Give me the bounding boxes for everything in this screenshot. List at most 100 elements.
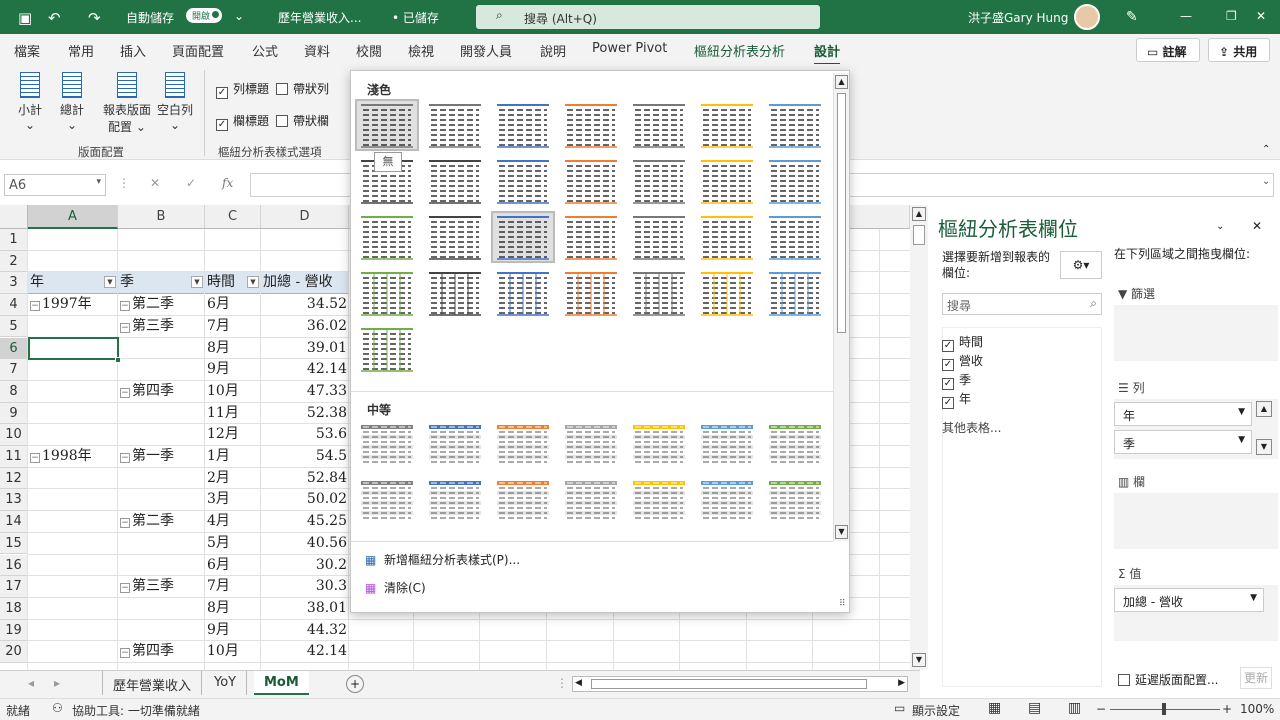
zoom-in-icon[interactable]: +: [1222, 702, 1232, 716]
zoom-level[interactable]: 100%: [1240, 702, 1274, 716]
menu-review[interactable]: 校閱: [356, 41, 382, 60]
cell-b[interactable]: [120, 620, 203, 642]
cell-b[interactable]: − 第二季: [120, 294, 203, 316]
report-layout-button[interactable]: 報表版面 配置 ⌄: [100, 72, 154, 135]
pivot-style-swatch[interactable]: [493, 101, 553, 149]
accessibility-status[interactable]: 協助工具: 一切準備就緒: [72, 702, 200, 719]
collapse-icon[interactable]: −: [120, 583, 130, 594]
pivot-style-swatch[interactable]: [425, 421, 485, 469]
banded-cols-checkbox[interactable]: 帶狀欄: [276, 112, 329, 129]
grand-totals-button[interactable]: 總計 ⌄: [56, 72, 88, 132]
pivot-style-swatch[interactable]: [697, 421, 757, 469]
new-pivot-style-item[interactable]: ▦ 新增樞紐分析表樣式(P)...: [365, 551, 520, 568]
cell-d[interactable]: 53.6: [263, 424, 347, 446]
collapse-icon[interactable]: −: [120, 301, 130, 312]
pivot-style-swatch[interactable]: [765, 269, 825, 317]
cell-c[interactable]: [207, 229, 259, 251]
zoom-slider-thumb[interactable]: [1162, 703, 1166, 715]
field-time[interactable]: ✓ 時間: [942, 333, 983, 352]
row-header[interactable]: 5: [0, 315, 28, 338]
scroll-down-icon[interactable]: ▼: [912, 653, 926, 667]
menu-developer[interactable]: 開發人員: [460, 41, 512, 60]
cell-b[interactable]: − 第一季: [120, 446, 203, 468]
cell-a[interactable]: [30, 251, 116, 273]
function-icon[interactable]: fx: [222, 176, 233, 190]
scroll-down-icon[interactable]: ▼: [835, 525, 848, 539]
collapse-ribbon-icon[interactable]: ⌃: [1262, 144, 1270, 155]
pivot-style-swatch[interactable]: [491, 211, 555, 263]
cell-b[interactable]: [120, 468, 203, 490]
autosave-toggle[interactable]: 開啟: [186, 8, 223, 24]
cell-c[interactable]: 10月: [207, 381, 259, 403]
pane-options-icon[interactable]: ⌄: [1216, 221, 1224, 232]
pivot-style-swatch[interactable]: [561, 213, 621, 261]
cell-d[interactable]: 44.32: [263, 620, 347, 642]
cell-b[interactable]: − 第三季: [120, 576, 203, 598]
save-icon[interactable]: ▣: [18, 9, 32, 27]
filter-dropdown-icon[interactable]: ▼: [104, 276, 116, 289]
pivot-header-cell[interactable]: 季 ▼: [118, 272, 205, 295]
cell-d[interactable]: 34.52: [263, 294, 347, 316]
next-sheet-icon[interactable]: ▸: [54, 676, 60, 690]
horizontal-scrollbar[interactable]: ◀ ▶: [572, 676, 908, 692]
cell-a[interactable]: [30, 555, 116, 577]
more-tables-link[interactable]: 其他表格...: [942, 419, 1001, 436]
page-layout-view-icon[interactable]: ▤: [1028, 700, 1041, 716]
sheet-tab-revenue[interactable]: 歷年營業收入: [102, 671, 203, 695]
pivot-style-swatch[interactable]: [357, 421, 417, 469]
pivot-style-swatch[interactable]: [697, 101, 757, 149]
user-name[interactable]: 洪子盛Gary Hung: [968, 9, 1068, 26]
pivot-style-swatch[interactable]: [629, 269, 689, 317]
cell-a[interactable]: [30, 229, 116, 251]
cell-a[interactable]: [30, 641, 116, 663]
row-header[interactable]: 3: [0, 272, 28, 295]
field-search-input[interactable]: 搜尋 ⌕: [942, 293, 1102, 315]
row-header[interactable]: 15: [0, 532, 28, 555]
row-header[interactable]: 18: [0, 597, 28, 620]
zoom-out-icon[interactable]: −: [1096, 702, 1106, 716]
name-box[interactable]: A6 ▾: [4, 174, 106, 196]
pivot-style-swatch[interactable]: [561, 157, 621, 205]
cell-d[interactable]: [263, 251, 347, 273]
cell-b[interactable]: [120, 359, 203, 381]
cancel-icon[interactable]: ✕: [150, 176, 160, 190]
menu-file[interactable]: 檔案: [14, 41, 40, 60]
cell-a[interactable]: [30, 359, 116, 381]
cell-c[interactable]: 7月: [207, 316, 259, 338]
scroll-thumb[interactable]: [913, 225, 925, 245]
close-pane-icon[interactable]: ✕: [1252, 219, 1262, 233]
active-cell[interactable]: [28, 337, 119, 360]
row-header[interactable]: 17: [0, 576, 28, 598]
cell-d[interactable]: 30.2: [263, 555, 347, 577]
cell-c[interactable]: 9月: [207, 359, 259, 381]
collapse-icon[interactable]: −: [120, 648, 130, 659]
file-name[interactable]: 歷年營業收入...: [278, 9, 361, 26]
cell-b[interactable]: − 第三季: [120, 316, 203, 338]
pivot-header-cell[interactable]: 加總 - 營收: [261, 272, 349, 295]
cell-b[interactable]: [120, 229, 203, 251]
pivot-style-swatch[interactable]: [765, 421, 825, 469]
menu-page-layout[interactable]: 頁面配置: [172, 41, 224, 60]
select-all-corner[interactable]: [0, 205, 28, 229]
cell-c[interactable]: 6月: [207, 555, 259, 577]
cell-a[interactable]: [30, 468, 116, 490]
undo-icon[interactable]: ↶: [48, 9, 61, 27]
pivot-style-swatch[interactable]: [425, 157, 485, 205]
cell-b[interactable]: [120, 598, 203, 620]
cell-d[interactable]: 40.56: [263, 533, 347, 555]
cell-a[interactable]: [30, 489, 116, 511]
pivot-style-swatch[interactable]: [765, 157, 825, 205]
h-scroll-thumb[interactable]: [591, 679, 867, 689]
share-button[interactable]: ⇪ 共用: [1208, 38, 1270, 62]
cell-c[interactable]: 1月: [207, 446, 259, 468]
row-header[interactable]: 4: [0, 294, 28, 316]
blank-rows-button[interactable]: 空白列 ⌄: [156, 72, 194, 132]
cell-b[interactable]: − 第二季: [120, 511, 203, 533]
close-icon[interactable]: ✕: [1256, 9, 1266, 23]
menu-home[interactable]: 常用: [68, 41, 94, 60]
normal-view-icon[interactable]: ▦: [988, 700, 1001, 716]
filter-area[interactable]: [1114, 305, 1278, 361]
cell-a[interactable]: [30, 511, 116, 533]
pen-icon[interactable]: ✎: [1126, 9, 1138, 25]
pivot-style-swatch[interactable]: [561, 101, 621, 149]
